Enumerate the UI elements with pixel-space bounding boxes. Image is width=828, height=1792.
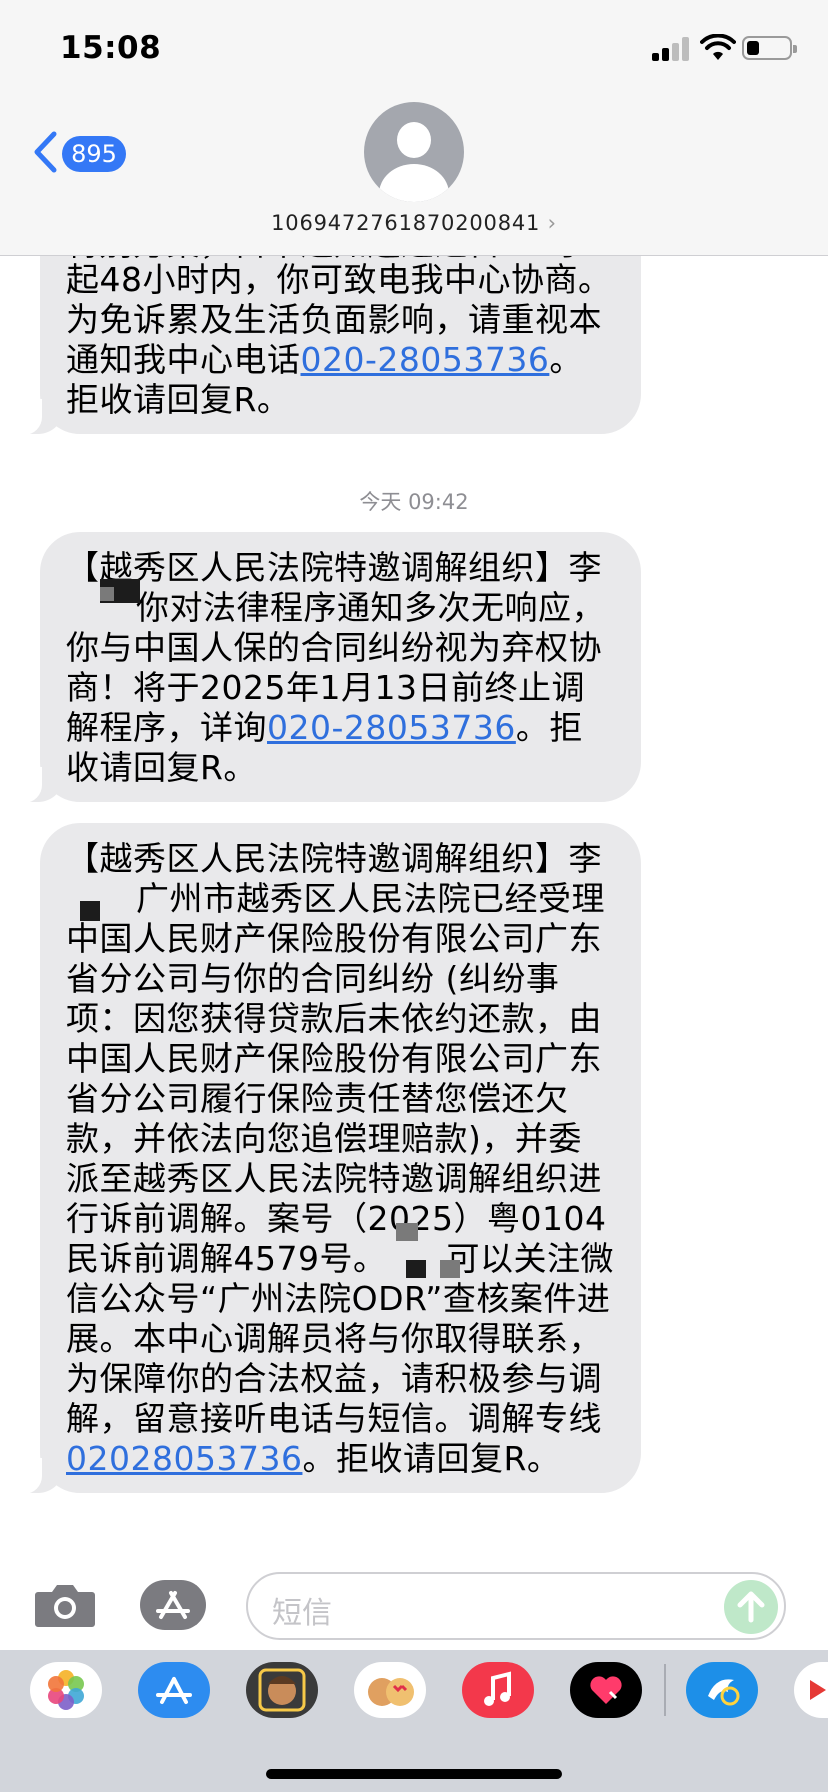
- message-bubble[interactable]: 【越秀区人民法院特邀调解组织】李你对法律程序通知多次无响应，你与中国人保的合同纠…: [18, 532, 641, 803]
- phone-link[interactable]: 020-28053736: [267, 708, 516, 747]
- sender-number: 1069472761870200841: [271, 211, 541, 235]
- dolphin-app-icon[interactable]: [686, 1662, 758, 1718]
- message-suffix: 。拒收请回复R。: [302, 1439, 561, 1478]
- message-text: 广州市越秀区人民法院已经受理中国人民财产保险股份有限公司广东省分公司与你的合同纠…: [66, 879, 607, 1278]
- person-icon: [397, 122, 431, 158]
- sender-name[interactable]: 1069472761870200841 ›: [0, 211, 828, 235]
- message-timestamp: 今天 09:42: [359, 490, 469, 514]
- message-input[interactable]: 短信: [246, 1572, 786, 1640]
- message-bubble[interactable]: 【越秀区人民法院特邀调解组织】李广州市越秀区人民法院已经受理中国人民财产保险股份…: [18, 823, 641, 1494]
- redaction-mark: [406, 1260, 426, 1278]
- app-store-icon: [140, 1580, 206, 1630]
- chevron-left-icon: [34, 131, 57, 173]
- chevron-right-icon: ›: [547, 211, 557, 235]
- arrow-up-icon: [737, 1591, 765, 1623]
- drawer-divider: [664, 1664, 666, 1716]
- contact-avatar[interactable]: [364, 102, 464, 202]
- unread-count-badge: 895: [62, 136, 126, 172]
- conversation-header: 15:08 895 1069472761870200841 ›: [0, 0, 828, 256]
- compose-bar: 短信: [0, 1560, 828, 1650]
- back-button[interactable]: 895: [32, 128, 132, 174]
- redaction-mark: [440, 1260, 460, 1278]
- message-prefix: 【越秀区人民法院特邀调解组织】李: [66, 548, 602, 587]
- app-store-icon[interactable]: [138, 1662, 210, 1718]
- wifi-icon: [700, 34, 736, 60]
- redaction-mark: [80, 901, 100, 921]
- phone-link[interactable]: 02028053736: [66, 1439, 302, 1478]
- digital-touch-icon[interactable]: [570, 1662, 642, 1718]
- message-input-placeholder: 短信: [272, 1596, 332, 1631]
- memoji-camera-icon[interactable]: [246, 1662, 318, 1718]
- video-app-icon[interactable]: [794, 1662, 828, 1718]
- memoji-stickers-icon[interactable]: [354, 1662, 426, 1718]
- music-app-icon[interactable]: [462, 1662, 534, 1718]
- message-thread: 特别方案，自本通知送达之日12时 起48小时内，你可致电我中心协商。为免诉累及生…: [0, 0, 828, 1792]
- photos-app-icon[interactable]: [30, 1662, 102, 1718]
- send-button[interactable]: [724, 1580, 778, 1634]
- home-indicator[interactable]: [266, 1769, 562, 1779]
- cellular-signal-icon: [652, 37, 692, 61]
- message-prefix: 【越秀区人民法院特邀调解组织】李: [66, 839, 602, 878]
- battery-level: [747, 41, 759, 55]
- camera-icon[interactable]: [34, 1582, 96, 1628]
- battery-icon: [742, 36, 797, 60]
- app-drawer-button[interactable]: [140, 1580, 210, 1630]
- phone-link[interactable]: 020-28053736: [301, 340, 550, 379]
- status-time: 15:08: [60, 30, 162, 66]
- redaction-mark: [396, 1223, 418, 1241]
- redaction-mark: [100, 587, 114, 601]
